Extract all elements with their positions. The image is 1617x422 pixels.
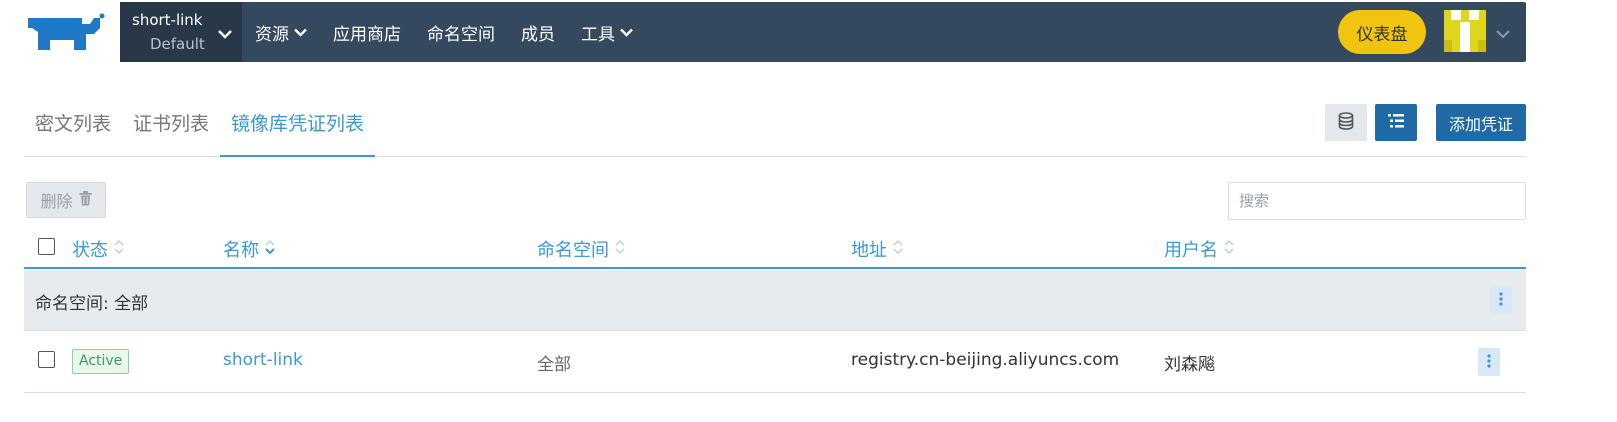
credential-name-link[interactable]: short-link bbox=[223, 350, 303, 370]
nav-tools-label: 工具 bbox=[581, 24, 615, 45]
user-avatar[interactable] bbox=[1444, 10, 1486, 52]
column-header-username[interactable]: 用户名 bbox=[1164, 236, 1234, 262]
dashboard-button[interactable]: 仪表盘 bbox=[1338, 10, 1426, 54]
nav-resources-label: 资源 bbox=[255, 24, 289, 45]
column-header-name[interactable]: 名称 bbox=[223, 236, 275, 262]
database-icon bbox=[1338, 111, 1354, 134]
trash-icon bbox=[79, 190, 92, 210]
search-input[interactable] bbox=[1228, 182, 1526, 220]
chevron-down-icon bbox=[620, 22, 633, 42]
project-name: Default bbox=[150, 35, 205, 53]
group-by-namespace-toggle[interactable] bbox=[1325, 104, 1367, 141]
kebab-menu-icon bbox=[1487, 353, 1491, 372]
column-label: 名称 bbox=[223, 240, 259, 261]
chevron-down-icon[interactable] bbox=[1496, 24, 1510, 43]
column-label: 用户名 bbox=[1164, 240, 1218, 261]
column-label: 地址 bbox=[851, 240, 887, 261]
tab-secrets[interactable]: 密文列表 bbox=[24, 96, 122, 157]
nav-app-store[interactable]: 应用商店 bbox=[320, 20, 414, 45]
nav-app-store-label: 应用商店 bbox=[333, 24, 401, 45]
namespace-group-row: 命名空间: 全部 bbox=[24, 270, 1526, 331]
table-header: 状态 名称 命名空间 地址 用户名 bbox=[24, 228, 1526, 269]
tab-certificates[interactable]: 证书列表 bbox=[122, 96, 220, 157]
column-header-status[interactable]: 状态 bbox=[72, 236, 124, 262]
table-row: Active short-link 全部 registry.cn-beijing… bbox=[24, 331, 1526, 393]
tab-registry-credentials[interactable]: 镜像库凭证列表 bbox=[220, 96, 376, 157]
status-badge: Active bbox=[72, 349, 130, 374]
nav-resources[interactable]: 资源 bbox=[242, 20, 320, 45]
sort-icon bbox=[615, 239, 625, 260]
nav-tools[interactable]: 工具 bbox=[568, 20, 646, 45]
column-header-namespace[interactable]: 命名空间 bbox=[537, 236, 625, 262]
sort-icon bbox=[114, 239, 124, 260]
column-label: 命名空间 bbox=[537, 240, 609, 261]
column-label: 状态 bbox=[72, 240, 108, 261]
sort-icon bbox=[893, 239, 903, 260]
secret-type-tabs: 密文列表 证书列表 镜像库凭证列表 bbox=[24, 96, 1526, 157]
chevron-down-icon bbox=[218, 24, 232, 43]
nav-members[interactable]: 成员 bbox=[508, 20, 568, 45]
list-view-toggle[interactable] bbox=[1375, 104, 1417, 141]
nav-namespaces[interactable]: 命名空间 bbox=[414, 20, 508, 45]
row-checkbox[interactable] bbox=[38, 351, 55, 368]
username-cell: 刘森飚 bbox=[1164, 355, 1215, 375]
list-icon bbox=[1387, 113, 1405, 133]
sort-icon bbox=[1224, 239, 1234, 260]
column-header-address[interactable]: 地址 bbox=[851, 236, 903, 262]
select-all-checkbox[interactable] bbox=[38, 238, 55, 255]
sort-descending-icon bbox=[265, 239, 275, 260]
delete-button[interactable]: 删除 bbox=[26, 182, 106, 218]
rancher-logo[interactable] bbox=[24, 12, 108, 52]
group-actions-button[interactable] bbox=[1490, 286, 1512, 314]
cluster-name: short-link bbox=[132, 11, 203, 29]
namespace-cell: 全部 bbox=[537, 355, 571, 375]
top-navbar: short-link Default 资源 应用商店 命名空间 成员 工具 仪表… bbox=[120, 2, 1526, 62]
nav-namespaces-label: 命名空间 bbox=[427, 24, 495, 45]
nav-members-label: 成员 bbox=[521, 24, 555, 45]
main-nav: 资源 应用商店 命名空间 成员 工具 bbox=[242, 2, 646, 62]
cluster-project-switcher[interactable]: short-link Default bbox=[120, 2, 242, 62]
chevron-down-icon bbox=[294, 22, 307, 42]
delete-button-label: 删除 bbox=[40, 192, 73, 211]
add-credential-button[interactable]: 添加凭证 bbox=[1436, 104, 1526, 141]
address-cell: registry.cn-beijing.aliyuncs.com bbox=[851, 350, 1120, 370]
group-label: 命名空间: 全部 bbox=[35, 294, 149, 314]
kebab-menu-icon bbox=[1499, 291, 1503, 310]
row-actions-button[interactable] bbox=[1478, 348, 1500, 376]
